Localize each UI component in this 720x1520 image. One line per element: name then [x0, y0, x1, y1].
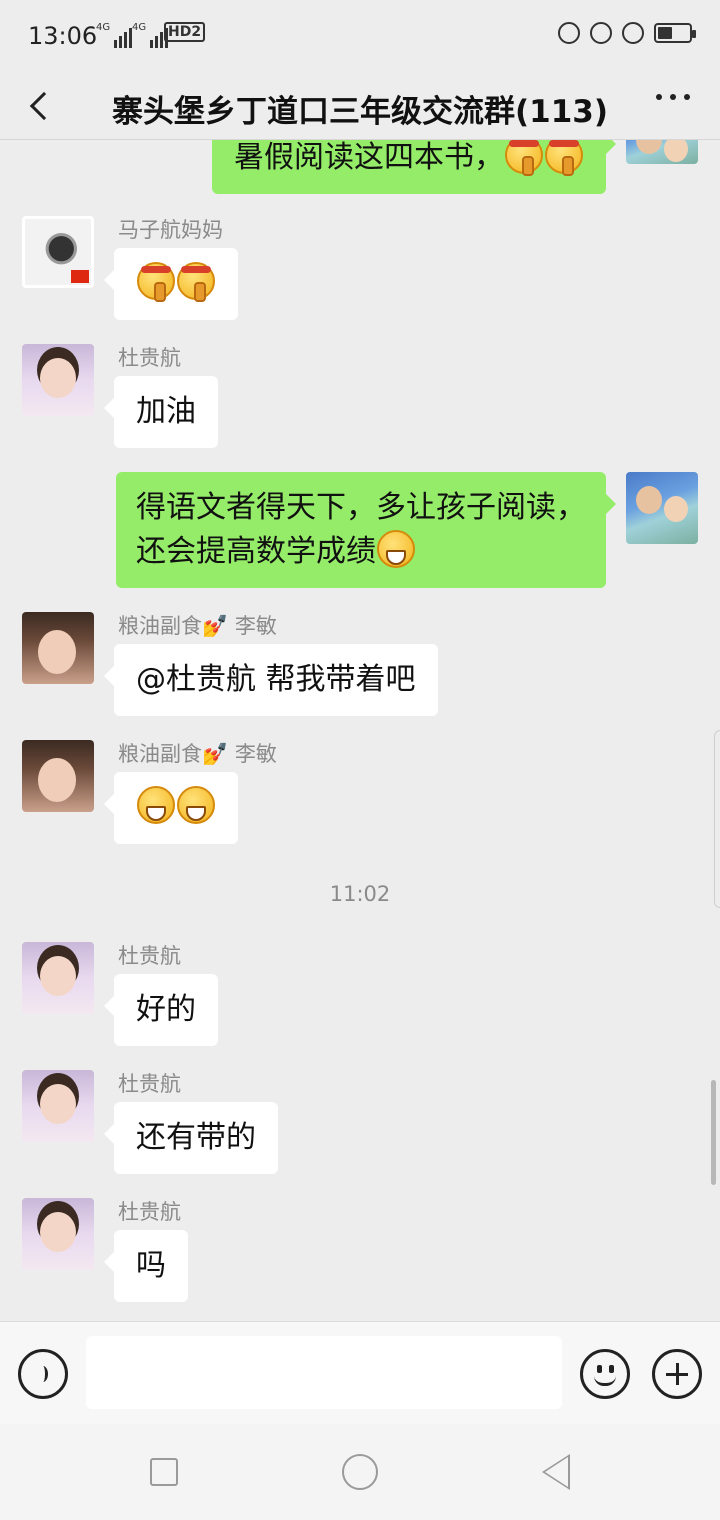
- hd-voice-badge: HD2: [164, 22, 206, 42]
- avatar[interactable]: [22, 1198, 94, 1270]
- chat-header: 寨头堡乡丁道口三年级交流群(113): [0, 72, 720, 140]
- emoji-button[interactable]: [580, 1349, 630, 1399]
- system-back-button[interactable]: [542, 1454, 570, 1490]
- sender-name: 杜贵航: [118, 1200, 181, 1224]
- sender-name: 杜贵航: [118, 1072, 181, 1096]
- system-nav-bar: [0, 1424, 720, 1520]
- timestamp: 11:02: [329, 882, 391, 906]
- message-bubble[interactable]: 得语文者得天下，多让孩子阅读， 还会提高数学成绩: [116, 472, 616, 588]
- back-button[interactable]: [22, 82, 66, 130]
- sender-name: 杜贵航: [118, 944, 181, 968]
- edge-panel-handle[interactable]: [714, 730, 720, 908]
- shush-emoji-icon: [545, 140, 583, 176]
- message-bubble[interactable]: 暑假阅读这四本书，: [212, 140, 616, 194]
- signal-icon-2: 4G: [132, 22, 169, 48]
- message-list[interactable]: 暑假阅读这四本书， 马子航妈妈 杜贵航 加油 得语文者得天下，多让孩子阅读， 还…: [0, 140, 720, 1321]
- china-flag-icon: [71, 270, 89, 283]
- message-bubble[interactable]: @杜贵航 帮我带着吧: [104, 644, 438, 716]
- scrollbar[interactable]: [711, 1080, 716, 1185]
- home-button[interactable]: [342, 1454, 378, 1490]
- battery-icon: [654, 23, 696, 43]
- status-time: 13:06: [28, 22, 98, 50]
- plus-button[interactable]: [652, 1349, 702, 1399]
- more-button[interactable]: [656, 94, 690, 100]
- message-bubble[interactable]: [104, 248, 238, 320]
- chevron-left-icon: [29, 91, 59, 121]
- avatar[interactable]: [22, 740, 94, 812]
- message-bubble[interactable]: 吗: [104, 1230, 188, 1302]
- status-bar: 13:06 4G 4G HD2: [0, 0, 720, 72]
- avatar[interactable]: [22, 216, 94, 288]
- my-avatar[interactable]: [626, 472, 698, 544]
- vibrate-icon: [558, 22, 580, 44]
- avatar[interactable]: [22, 612, 94, 684]
- avatar[interactable]: [22, 1070, 94, 1142]
- signal-icon: 4G: [96, 22, 133, 48]
- alarm-icon: [622, 22, 644, 44]
- shush-emoji-icon: [505, 140, 543, 176]
- message-bubble[interactable]: 好的: [104, 974, 218, 1046]
- chat-title: 寨头堡乡丁道口三年级交流群(113): [111, 94, 609, 130]
- avatar[interactable]: [22, 344, 94, 416]
- message-input[interactable]: [86, 1336, 562, 1409]
- message-bubble[interactable]: 加油: [104, 376, 218, 448]
- lock-rotation-icon: [590, 22, 612, 44]
- avatar[interactable]: [22, 942, 94, 1014]
- message-bubble[interactable]: [104, 772, 238, 844]
- battery-level: [658, 27, 672, 39]
- voice-button[interactable]: [18, 1349, 68, 1399]
- sender-name: 马子航妈妈: [118, 218, 223, 242]
- my-avatar[interactable]: [626, 140, 698, 164]
- sender-name: 粮油副食💅 李敏: [118, 742, 277, 766]
- recent-apps-button[interactable]: [150, 1458, 178, 1486]
- more-dots-icon: [656, 94, 662, 100]
- status-icons: [558, 22, 696, 44]
- grin-emoji-icon: [377, 530, 415, 568]
- shush-emoji-icon: [177, 262, 215, 302]
- input-bar: [0, 1321, 720, 1424]
- emoji-icon: [594, 1376, 616, 1386]
- message-bubble[interactable]: 还有带的: [104, 1102, 278, 1174]
- grin-emoji-icon: [137, 786, 175, 824]
- grin-emoji-icon: [177, 786, 215, 824]
- shush-emoji-icon: [137, 262, 175, 302]
- voice-icon: [38, 1366, 48, 1382]
- sender-name: 杜贵航: [118, 346, 181, 370]
- sender-name: 粮油副食💅 李敏: [118, 614, 277, 638]
